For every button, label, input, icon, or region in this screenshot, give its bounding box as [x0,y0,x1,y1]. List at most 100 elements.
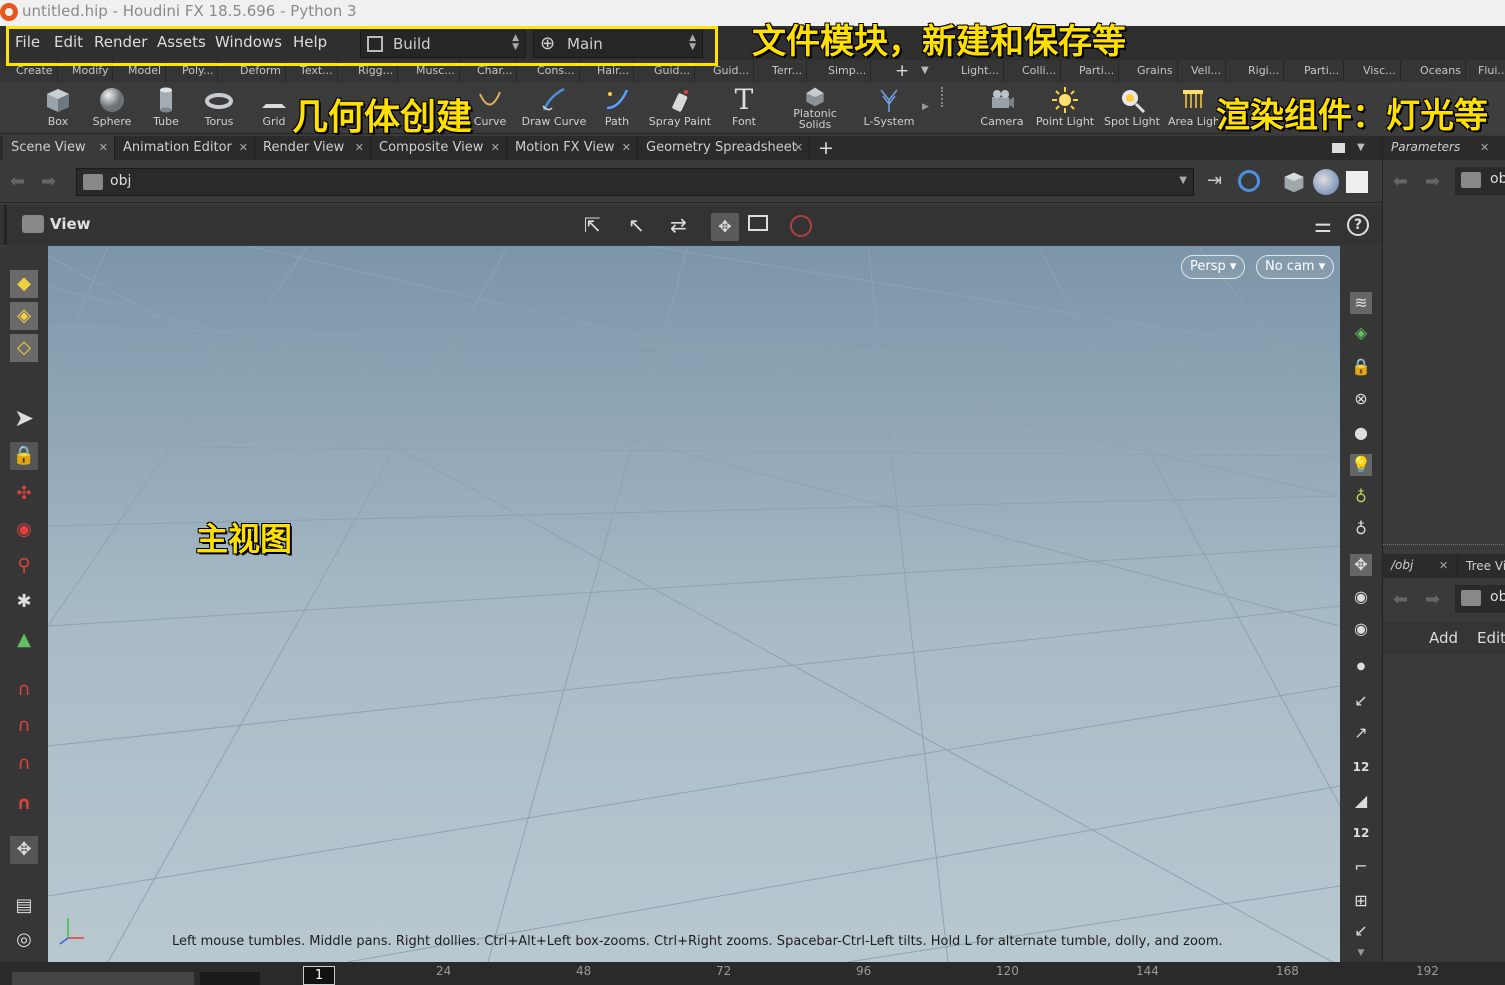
shelf-menu-icon[interactable]: ▼ [921,60,929,82]
pane-splitter[interactable] [1383,544,1505,548]
link-icon[interactable] [1238,170,1260,192]
uv-icon[interactable]: ⌐ [1350,856,1372,878]
shelf-tab-rigid-bodies[interactable]: Rigi... [1244,60,1285,82]
eye-camera-icon[interactable]: ◉ [1350,618,1372,640]
forward-arrow-icon[interactable]: ➡ [1425,589,1440,610]
rotate-tool-icon[interactable]: ◉ [10,516,38,544]
shelf-tab-lights[interactable]: Light... [957,60,1004,82]
prim-numbers-icon[interactable]: 12 [1350,822,1372,844]
handle-tool-icon[interactable]: ▲ [10,626,38,654]
parameters-path-field[interactable]: ob [1455,167,1505,195]
scroll-down-icon[interactable]: ▼ [1350,942,1372,964]
display-geometry-icon[interactable] [1282,170,1306,194]
select-faces-icon[interactable]: ◇ [10,334,38,362]
render-region-icon[interactable]: ◎ [10,926,38,954]
tab-motion-fx-view[interactable]: Motion FX View ✕ [507,136,638,160]
network-path-field[interactable]: ob [1455,585,1505,613]
reference-plane-icon[interactable]: ◈ [1350,322,1372,344]
close-icon[interactable]: ✕ [491,136,500,160]
playback-controls[interactable] [12,972,194,985]
close-icon[interactable]: ✕ [622,136,631,160]
move-tool-icon[interactable]: ✣ [10,480,38,508]
close-icon[interactable]: ✕ [239,136,248,160]
tab-parameters[interactable]: Parameters [1391,140,1460,154]
path-field[interactable]: obj ▼ [76,168,1194,196]
transform-tool-icon[interactable]: ⇄ [670,213,687,237]
shelf-tab-grains[interactable]: Grains [1133,60,1178,82]
shelf-tab-vellum[interactable]: Vell... [1187,60,1227,82]
eye-icon[interactable]: ◉ [1350,586,1372,608]
back-arrow-icon[interactable]: ⬅ [1393,171,1408,192]
snap-prim-icon[interactable]: ∩ [10,712,38,740]
stop-icon[interactable] [790,215,812,237]
background-icon[interactable] [1346,171,1368,193]
tool-spray-paint[interactable]: Spray Paint [646,82,714,134]
tool-sphere[interactable]: Sphere [91,82,133,134]
pin-icon[interactable]: ⇥ [1207,170,1222,191]
profile-icon[interactable]: ↙ [1350,920,1372,942]
point-numbers-icon[interactable]: 12 [1350,756,1372,778]
path-dropdown-icon[interactable]: ▼ [1179,175,1187,186]
shelf-divider-handle[interactable] [941,87,946,107]
snap-grid-icon[interactable]: ∩ [10,676,38,704]
shelf-tab-fluid-containers[interactable]: Flui... [1474,60,1505,82]
object-mode-icon[interactable]: ✥ [711,213,739,241]
shelf-tab-terrain[interactable]: Terr... [768,60,807,82]
light-icon[interactable]: ♁ [1350,486,1372,508]
pane-menu-icon[interactable]: ▼ [1357,136,1365,160]
close-icon[interactable]: ✕ [1480,141,1489,154]
vectors-icon[interactable]: ↗ [1350,722,1372,744]
visualize-icon[interactable]: ✥ [1350,554,1372,576]
tool-grid[interactable]: Grid [254,82,294,134]
add-tab-icon[interactable]: + [818,136,834,160]
snap-point-icon[interactable]: ∩ [10,750,38,778]
tab-scene-view[interactable]: Scene View ✕ [3,136,115,160]
pick-tool-icon[interactable]: ↖ [628,213,645,237]
tool-platonic-solids[interactable]: Platonic Solids [786,82,844,134]
shelf-tab-particles[interactable]: Parti... [1075,60,1120,82]
forward-arrow-icon[interactable]: ➡ [1425,171,1440,192]
headlight-icon[interactable]: 💡 [1350,454,1372,476]
lock-select-icon[interactable]: 🔒 [10,442,38,470]
scene-viewport[interactable]: Persp ▾ No cam ▾ Left mouse tumbles. Mid… [48,246,1340,962]
scale-tool-icon[interactable]: ⚲ [10,552,38,580]
pose-tool-icon[interactable]: ✱ [10,588,38,616]
frame-field[interactable] [200,972,260,985]
tab-animation-editor[interactable]: Animation Editor ✕ [115,136,255,160]
hull-icon[interactable]: ⊞ [1350,890,1372,912]
view-camera-icon[interactable] [22,215,44,233]
snap-multi-icon[interactable]: ∩ [10,790,38,818]
ghost-icon[interactable]: ⊗ [1350,388,1372,410]
tab-geometry-spreadsheet[interactable]: Geometry Spreadsheet ✕ [638,136,810,160]
grid-display-icon[interactable]: ≋ [1350,292,1372,314]
tab-network-obj[interactable]: /obj [1391,558,1413,572]
close-icon[interactable]: ✕ [1439,559,1448,572]
lock-camera-icon[interactable]: 🔒 [1350,356,1372,378]
shading-sphere-icon[interactable]: ● [1350,422,1372,444]
arrow-select-icon[interactable]: ➤ [10,404,38,432]
point-display-icon[interactable]: ● [1350,656,1372,678]
light-link-icon[interactable]: ♁ [1350,518,1372,540]
shading-icon[interactable] [1313,169,1339,195]
add-shelf-tab-icon[interactable]: + [895,60,909,82]
prim-display-icon[interactable]: ◢ [1350,790,1372,812]
tool-draw-curve[interactable]: Draw Curve [520,82,588,134]
select-geometry-icon[interactable]: ◆ [10,270,38,298]
tool-path[interactable]: Path [597,82,637,134]
back-arrow-icon[interactable]: ⬅ [10,171,25,192]
layers-icon[interactable]: ▤ [10,892,38,920]
tool-tube[interactable]: Tube [146,82,186,134]
select-points-icon[interactable]: ◈ [10,302,38,330]
tool-box[interactable]: Box [38,82,78,134]
tool-font[interactable]: T Font [724,82,764,134]
shelf-scroll-right-icon[interactable]: ▶ [922,102,929,112]
shelf-tab-collisions[interactable]: Colli... [1018,60,1062,82]
tool-curve[interactable]: Curve [470,82,510,134]
tool-point-light[interactable]: Point Light [1034,82,1096,134]
network-menu-edit[interactable]: Edit [1477,629,1505,647]
network-menu-add[interactable]: Add [1429,629,1458,647]
current-frame-marker[interactable]: 1 [303,966,335,985]
select-tool-icon[interactable]: ⇱ [584,213,601,237]
shelf-tab-simple-fx[interactable]: Simp... [824,60,872,82]
maximize-pane-icon[interactable] [1332,143,1345,153]
